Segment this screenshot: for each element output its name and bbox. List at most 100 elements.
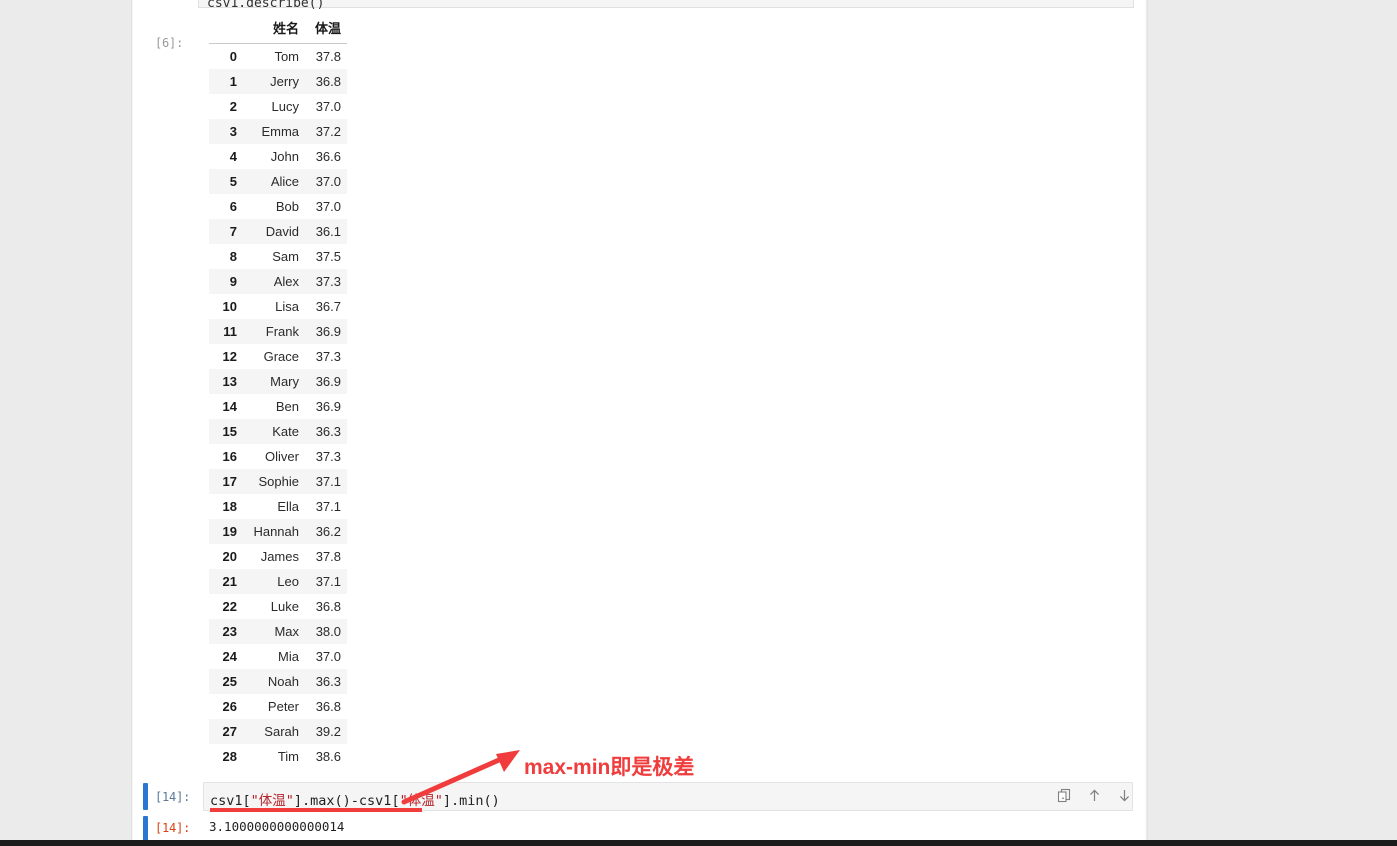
table-row: 24 Mia 37.0 <box>209 644 347 669</box>
table-cell-index: 10 <box>222 299 237 314</box>
table-cell-temperature: 36.9 <box>315 374 341 389</box>
table-row: 25 Noah 36.3 <box>209 669 347 694</box>
table-row: 5 Alice 37.0 <box>209 169 347 194</box>
move-up-icon[interactable] <box>1086 787 1103 804</box>
table-row: 17 Sophie 37.1 <box>209 469 347 494</box>
table-cell-name: Emma <box>261 124 299 139</box>
table-cell-name: Tim <box>277 749 299 764</box>
table-row: 4 John 36.6 <box>209 144 347 169</box>
table-cell-temperature: 37.8 <box>315 49 341 64</box>
code-token-string-2: "体温" <box>399 793 443 809</box>
code-editor-text: csv1["体温"].max()-csv1["体温"].min() <box>210 789 500 809</box>
dataframe-output-prompt: [6]: <box>155 36 184 50</box>
table-cell-name: Grace <box>263 349 299 364</box>
table-cell-index: 2 <box>229 99 237 114</box>
duplicate-icon[interactable] <box>1056 787 1073 804</box>
table-cell-index: 24 <box>222 649 237 664</box>
table-cell-index: 20 <box>222 549 237 564</box>
table-cell-name: Max <box>274 624 299 639</box>
table-row: 8 Sam 37.5 <box>209 244 347 269</box>
table-cell-temperature: 37.0 <box>315 649 341 664</box>
table-cell-index: 26 <box>222 699 237 714</box>
table-cell-temperature: 36.1 <box>315 224 341 239</box>
table-cell-index: 8 <box>229 249 237 264</box>
code-editor[interactable]: csv1["体温"].max()-csv1["体温"].min() <box>203 782 1133 811</box>
table-cell-index: 5 <box>229 174 237 189</box>
table-cell-temperature: 36.7 <box>315 299 341 314</box>
table-cell-temperature: 38.0 <box>315 624 341 639</box>
table-cell-name: Lucy <box>271 99 299 114</box>
table-cell-name: David <box>265 224 299 239</box>
dataframe-head: 姓名 体温 <box>209 16 347 44</box>
table-cell-temperature: 37.1 <box>315 574 341 589</box>
table-cell-name: Tom <box>274 49 299 64</box>
table-row: 18 Ella 37.1 <box>209 494 347 519</box>
table-cell-index: 14 <box>222 399 237 414</box>
table-row: 15 Kate 36.3 <box>209 419 347 444</box>
code-token-1: csv1[ <box>210 793 251 809</box>
table-row: 14 Ben 36.9 <box>209 394 347 419</box>
table-row: 10 Lisa 36.7 <box>209 294 347 319</box>
top-partial-code-cell[interactable]: csv1.describe() <box>198 0 1134 11</box>
table-cell-index: 1 <box>229 74 237 89</box>
table-row: 21 Leo 37.1 <box>209 569 347 594</box>
table-cell-index: 17 <box>222 474 237 489</box>
table-cell-temperature: 37.3 <box>315 274 341 289</box>
table-cell-index: 16 <box>222 449 237 464</box>
table-cell-index: 11 <box>223 324 237 339</box>
table-cell-name: Ben <box>275 399 299 414</box>
table-cell-name: Hannah <box>253 524 299 539</box>
table-cell-temperature: 39.2 <box>315 724 341 739</box>
dataframe-col-index <box>209 16 243 44</box>
table-cell-index: 7 <box>229 224 237 239</box>
dataframe-col-temperature: 体温 <box>305 16 347 44</box>
table-row: 16 Oliver 37.3 <box>209 444 347 469</box>
table-cell-name: Leo <box>277 574 299 589</box>
table-cell-name: Oliver <box>265 449 299 464</box>
table-cell-name: Sophie <box>258 474 299 489</box>
notebook-page: csv1.describe() [6]: 姓名 体温 0 Tom 37.8 1 Jerr… <box>133 0 1145 840</box>
cell-selection-bar-output <box>143 816 148 840</box>
table-cell-index: 27 <box>222 724 237 739</box>
table-cell-index: 12 <box>222 349 237 364</box>
annotation-label: max-min即是极差 <box>524 756 695 779</box>
table-cell-temperature: 37.1 <box>315 474 341 489</box>
table-cell-index: 28 <box>222 749 237 764</box>
table-row: 3 Emma 37.2 <box>209 119 347 144</box>
cell-selection-bar-input <box>143 783 148 810</box>
screen-root: csv1.describe() [6]: 姓名 体温 0 Tom 37.8 1 Jerr… <box>0 0 1397 846</box>
table-cell-temperature: 36.3 <box>315 424 341 439</box>
table-cell-temperature: 37.0 <box>315 199 341 214</box>
table-cell-temperature: 37.2 <box>315 124 341 139</box>
table-cell-temperature: 36.3 <box>315 674 341 689</box>
code-token-3: ].min() <box>442 793 500 809</box>
annotation-underline <box>210 808 422 812</box>
table-cell-index: 3 <box>229 124 237 139</box>
code-cell-output: [14]: 3.1000000000000014 <box>133 814 1145 840</box>
dataframe-col-name: 姓名 <box>243 16 305 44</box>
table-cell-index: 13 <box>222 374 237 389</box>
table-cell-temperature: 37.3 <box>315 349 341 364</box>
table-cell-temperature: 36.8 <box>315 74 341 89</box>
code-token-string-1: "体温" <box>250 793 294 809</box>
dataframe-table: 姓名 体温 0 Tom 37.8 1 Jerry 36.8 2 Lucy 37.0 3 Emma 37… <box>209 16 347 769</box>
table-cell-index: 25 <box>222 674 237 689</box>
top-partial-code-text: csv1.describe() <box>207 0 325 11</box>
move-down-icon[interactable] <box>1116 787 1133 804</box>
table-cell-temperature: 36.2 <box>315 524 341 539</box>
table-cell-temperature: 36.8 <box>315 599 341 614</box>
table-cell-temperature: 37.1 <box>315 499 341 514</box>
table-cell-name: Alice <box>270 174 299 189</box>
table-cell-name: Alex <box>273 274 299 289</box>
page-right-edge <box>1145 0 1148 840</box>
table-cell-temperature: 36.6 <box>315 149 341 164</box>
table-cell-name: Frank <box>265 324 299 339</box>
table-cell-index: 22 <box>222 599 237 614</box>
table-row: 7 David 36.1 <box>209 219 347 244</box>
table-cell-name: Mia <box>278 649 299 664</box>
table-cell-name: Luke <box>270 599 299 614</box>
table-row: 1 Jerry 36.8 <box>209 69 347 94</box>
table-cell-name: Jerry <box>270 74 299 89</box>
window-bottom-bar <box>0 840 1397 846</box>
table-cell-name: Ella <box>277 499 299 514</box>
